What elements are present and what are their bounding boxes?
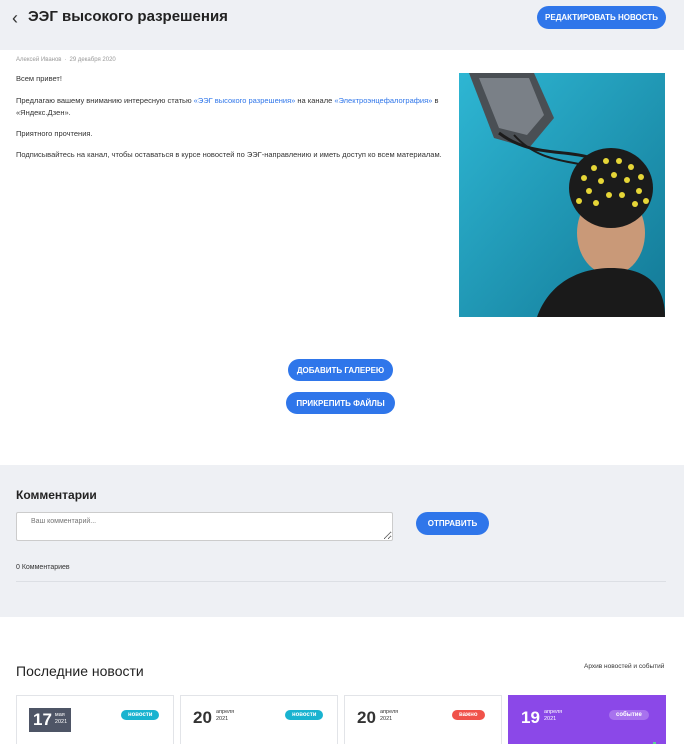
card-year: 2021 <box>544 716 557 722</box>
attach-files-button[interactable]: ПРИКРЕПИТЬ ФАЙЛЫ <box>286 392 395 414</box>
divider <box>16 581 666 582</box>
news-title: Последние новости <box>16 663 144 679</box>
card-month: апреля <box>544 709 563 715</box>
important-badge: важно <box>452 710 485 720</box>
card-month: апреля <box>380 709 399 715</box>
event-card[interactable]: 19 апреля 2021 событие <box>508 695 666 744</box>
date-badge: 17 мая 2021 <box>29 708 72 732</box>
edit-news-button[interactable]: РЕДАКТИРОВАТЬ НОВОСТЬ <box>537 6 666 29</box>
news-card[interactable]: 17 мая 2021 новости <box>16 695 174 744</box>
card-month: апреля <box>216 709 235 715</box>
article-link[interactable]: «ЭЭГ высокого разрешения» <box>194 96 296 105</box>
p1-before: Предлагаю вашему вниманию интересную ста… <box>16 96 194 105</box>
news-card[interactable]: 20 апреля 2021 важно <box>344 695 502 744</box>
comments-section: Комментарии ОТПРАВИТЬ 0 Комментариев <box>0 465 684 617</box>
article-photo <box>459 73 665 317</box>
article-panel: Алексей Иванов · 29 декабря 2020 Всем прив… <box>0 50 684 465</box>
top-bar: ‹ ЭЭГ высокого разрешения РЕДАКТИРОВАТЬ … <box>0 0 684 50</box>
news-card[interactable]: 20 апреля 2021 новости <box>180 695 338 744</box>
comments-title: Комментарии <box>16 488 97 502</box>
event-badge: событие <box>609 710 649 720</box>
article-date: 29 декабря 2020 <box>69 57 116 63</box>
greeting-text: Всем привет! <box>16 74 62 83</box>
card-day: 20 <box>357 708 376 727</box>
comments-count: 0 Комментариев <box>16 564 70 571</box>
card-day: 17 <box>33 710 52 729</box>
channel-link[interactable]: «Электроэнцефалография» <box>334 96 432 105</box>
card-month: мая <box>54 712 65 718</box>
chevron-left-icon[interactable]: ‹ <box>12 8 18 29</box>
send-comment-button[interactable]: ОТПРАВИТЬ <box>416 512 489 535</box>
event-illustration-icon <box>653 742 656 744</box>
page-title: ЭЭГ высокого разрешения <box>28 8 228 25</box>
p1-middle: на канале <box>295 96 335 105</box>
card-year: 2021 <box>54 719 68 725</box>
article-paragraph-3: Подписывайтесь на канал, чтобы оставатьс… <box>16 150 442 159</box>
category-badge: новости <box>121 710 160 720</box>
card-year: 2021 <box>216 716 229 722</box>
add-gallery-button[interactable]: ДОБАВИТЬ ГАЛЕРЕЮ <box>288 359 393 381</box>
card-day: 20 <box>193 708 212 727</box>
archive-link[interactable]: Архив новостей и событий <box>584 663 664 670</box>
article-meta: Алексей Иванов · 29 декабря 2020 <box>16 57 116 63</box>
category-badge: новости <box>285 710 324 720</box>
latest-news-section: Последние новости Архив новостей и событ… <box>0 617 684 744</box>
card-day: 19 <box>521 708 540 727</box>
card-year: 2021 <box>380 716 393 722</box>
article-paragraph-1: Предлагаю вашему вниманию интересную ста… <box>16 95 446 119</box>
article-paragraph-2: Приятного прочтения. <box>16 129 93 138</box>
comment-input[interactable] <box>16 512 393 541</box>
author-name: Алексей Иванов <box>16 57 62 63</box>
